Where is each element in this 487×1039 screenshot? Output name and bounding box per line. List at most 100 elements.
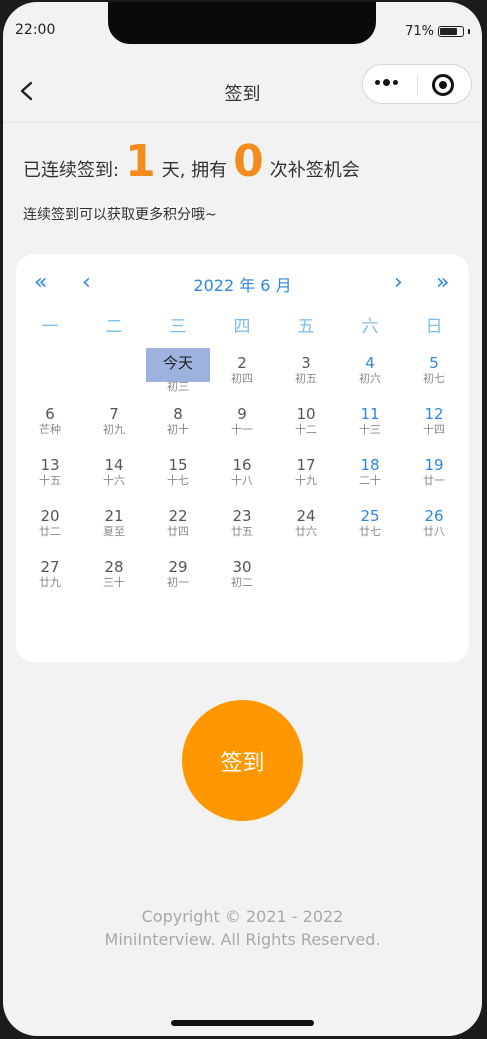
sign-in-button[interactable]: 签到 — [182, 700, 303, 821]
lunar-date: 初四 — [231, 372, 253, 385]
calendar-day[interactable]: 14 十六 — [82, 448, 146, 499]
day-number: 8 — [173, 405, 183, 423]
lunar-date: 十一 — [231, 423, 253, 436]
day-number: 27 — [40, 558, 60, 576]
calendar-day[interactable]: 11 十三 — [338, 397, 402, 448]
miniprogram-capsule — [362, 64, 472, 104]
status-battery: 71% — [405, 24, 470, 39]
battery-percent: 71% — [405, 24, 434, 39]
calendar-day[interactable]: 16 十八 — [210, 448, 274, 499]
calendar-day[interactable]: 5 初七 — [402, 346, 466, 397]
day-number: 26 — [424, 507, 444, 525]
copyright-line: Copyright © 2021 - 2022 — [141, 907, 344, 926]
day-number: 9 — [237, 405, 247, 423]
capsule-divider — [417, 75, 418, 95]
calendar-day[interactable]: 4 初六 — [338, 346, 402, 397]
day-number: 7 — [109, 405, 119, 423]
day-number: 29 — [168, 558, 188, 576]
day-number: 10 — [296, 405, 316, 423]
calendar-day[interactable]: 29 初一 — [146, 550, 210, 601]
calendar-day[interactable]: 26 廿八 — [402, 499, 466, 550]
day-number: 28 — [104, 558, 124, 576]
summary-prefix: 已连续签到: — [23, 160, 120, 181]
day-number: 6 — [45, 405, 55, 423]
day-number: 14 — [104, 456, 124, 474]
calendar-day[interactable]: 28 三十 — [82, 550, 146, 601]
lunar-date: 初九 — [103, 423, 125, 436]
next-year-icon[interactable]: » — [436, 268, 449, 298]
home-indicator — [171, 1020, 314, 1026]
weekday-label: 三 — [169, 317, 187, 337]
calendar-day[interactable]: 22 廿四 — [146, 499, 210, 550]
calendar-day[interactable]: 30 初二 — [210, 550, 274, 601]
calendar-day[interactable]: 24 廿六 — [274, 499, 338, 550]
calendar-day[interactable]: 8 初十 — [146, 397, 210, 448]
lunar-date: 廿七 — [359, 525, 381, 538]
phone-screen: 22:00 71% 签到 已连续签到: 1 天, 拥有 0 次补签机会 连续签到… — [3, 2, 482, 1036]
weekday-label: 四 — [233, 317, 251, 337]
lunar-date: 廿四 — [167, 525, 189, 538]
day-number: 2 — [237, 354, 247, 372]
calendar-day[interactable]: 7 初九 — [82, 397, 146, 448]
calendar-day-today[interactable]: 今天 初三 — [146, 346, 210, 397]
calendar-day[interactable]: 6 芒种 — [18, 397, 82, 448]
lunar-date: 十八 — [231, 474, 253, 487]
day-number: 15 — [168, 456, 188, 474]
calendar-day[interactable]: 25 廿七 — [338, 499, 402, 550]
day-number: 12 — [424, 405, 444, 423]
day-number: 13 — [40, 456, 60, 474]
lunar-date: 芒种 — [39, 423, 61, 436]
summary-suffix: 次补签机会 — [269, 160, 360, 181]
calendar-day[interactable]: 23 廿五 — [210, 499, 274, 550]
lunar-date: 初二 — [231, 576, 253, 589]
close-target-icon[interactable] — [432, 74, 454, 96]
lunar-date: 廿九 — [39, 576, 61, 589]
calendar-day[interactable]: 10 十二 — [274, 397, 338, 448]
calendar-day[interactable]: 27 廿九 — [18, 550, 82, 601]
lunar-date: 廿六 — [295, 525, 317, 538]
calendar-day[interactable]: 19 廿一 — [402, 448, 466, 499]
calendar-day[interactable]: 9 十一 — [210, 397, 274, 448]
next-month-icon[interactable]: › — [394, 268, 403, 298]
lunar-date: 廿五 — [231, 525, 253, 538]
weekday-label: 日 — [425, 317, 443, 337]
calendar-day-empty — [82, 346, 146, 397]
day-number: 22 — [168, 507, 188, 525]
calendar-day-empty — [18, 346, 82, 397]
day-number: 30 — [232, 558, 252, 576]
lunar-date: 十三 — [359, 423, 381, 436]
day-grid: 今天 初三 2 初四 3 初五 4 初六 5 初七 6 芒种 7 初九 8 初十 9 十一 10 十二 11 十三 12 十四… — [18, 346, 466, 601]
sign-summary: 已连续签到: 1 天, 拥有 0 次补签机会 — [23, 140, 360, 184]
weekday-row: 一 二 三 四 五 六 日 — [18, 312, 466, 337]
calendar-day[interactable]: 17 十九 — [274, 448, 338, 499]
calendar-day[interactable]: 15 十七 — [146, 448, 210, 499]
calendar-card: « ‹ 2022 年 6 月 › » 一 二 三 四 五 六 日 今天 初三 2 初四… — [16, 254, 469, 662]
lunar-date: 廿二 — [39, 525, 61, 538]
lunar-date: 十二 — [295, 423, 317, 436]
lunar-date: 初一 — [167, 576, 189, 589]
day-number: 23 — [232, 507, 252, 525]
lunar-date: 三十 — [103, 576, 125, 589]
more-dots-icon[interactable] — [375, 79, 398, 86]
calendar-day[interactable]: 21 夏至 — [82, 499, 146, 550]
lunar-date: 二十 — [359, 474, 381, 487]
footer: Copyright © 2021 - 2022 MiniInterview. A… — [3, 905, 482, 951]
calendar-day[interactable]: 18 二十 — [338, 448, 402, 499]
makeup-count: 0 — [233, 136, 264, 187]
weekday-label: 一 — [41, 317, 59, 337]
day-number: 4 — [365, 354, 375, 372]
day-number: 20 — [40, 507, 60, 525]
calendar-day[interactable]: 12 十四 — [402, 397, 466, 448]
day-number: 18 — [360, 456, 380, 474]
calendar-day[interactable]: 2 初四 — [210, 346, 274, 397]
status-time: 22:00 — [15, 22, 56, 38]
calendar-day[interactable]: 13 十五 — [18, 448, 82, 499]
day-number: 今天 — [162, 354, 193, 372]
day-number: 25 — [360, 507, 380, 525]
streak-count: 1 — [125, 136, 156, 187]
calendar-day[interactable]: 3 初五 — [274, 346, 338, 397]
weekday-label: 二 — [105, 317, 123, 337]
lunar-date: 十六 — [103, 474, 125, 487]
calendar-day[interactable]: 20 廿二 — [18, 499, 82, 550]
lunar-date: 初十 — [167, 423, 189, 436]
